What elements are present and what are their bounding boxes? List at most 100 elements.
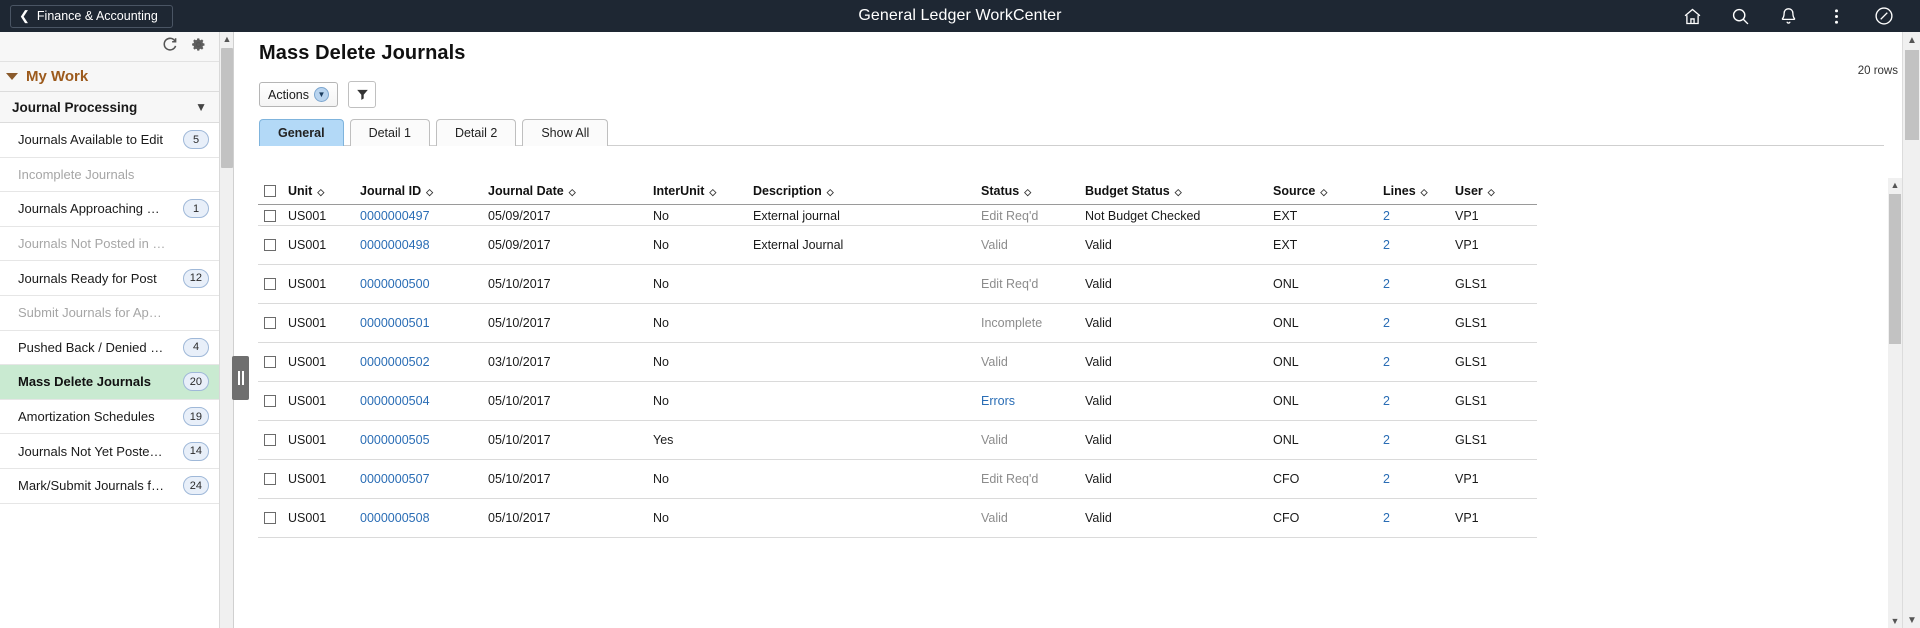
lines-link[interactable]: 2 (1383, 238, 1390, 252)
row-select-checkbox[interactable] (264, 356, 276, 368)
row-select-checkbox[interactable] (264, 317, 276, 329)
row-select-checkbox-cell[interactable] (258, 303, 282, 342)
page-scrollbar[interactable]: ▲ ▼ (1902, 32, 1920, 628)
lines-link[interactable]: 2 (1383, 433, 1390, 447)
mywork-group-toggle[interactable]: My Work (0, 62, 219, 92)
journal-id-link[interactable]: 0000000504 (360, 394, 430, 408)
cell-lines[interactable]: 2 (1377, 498, 1449, 537)
table-row[interactable]: US001000000050805/10/2017NoValidValidCFO… (258, 498, 1537, 537)
cell-lines[interactable]: 2 (1377, 459, 1449, 498)
notifications-bell-icon[interactable] (1764, 0, 1812, 32)
sidebar-group-journal-processing[interactable]: Journal Processing ▼ (0, 92, 219, 123)
scroll-down-arrow-icon[interactable]: ▼ (1903, 612, 1920, 628)
cell-lines[interactable]: 2 (1377, 303, 1449, 342)
row-select-checkbox-cell[interactable] (258, 498, 282, 537)
cell-lines[interactable]: 2 (1377, 381, 1449, 420)
sidebar-item-journals-not-yet-posted-at[interactable]: Journals Not Yet Posted at…14 (0, 434, 219, 469)
scroll-up-arrow-icon[interactable]: ▲ (220, 32, 234, 46)
cell-jid[interactable]: 0000000507 (354, 459, 482, 498)
column-header-user[interactable]: User◇ (1449, 178, 1537, 204)
journal-id-link[interactable]: 0000000500 (360, 277, 430, 291)
column-header-jid[interactable]: Journal ID◇ (354, 178, 482, 204)
cell-status[interactable]: Errors (975, 381, 1079, 420)
sidebar-item-mass-delete-journals[interactable]: Mass Delete Journals20 (0, 365, 219, 400)
row-select-checkbox-cell[interactable] (258, 459, 282, 498)
lines-link[interactable]: 2 (1383, 511, 1390, 525)
select-all-checkbox[interactable] (264, 185, 276, 197)
table-row[interactable]: US001000000050005/10/2017NoEdit Req'dVal… (258, 264, 1537, 303)
cell-lines[interactable]: 2 (1377, 264, 1449, 303)
cell-lines[interactable]: 2 (1377, 342, 1449, 381)
cell-jid[interactable]: 0000000500 (354, 264, 482, 303)
cell-jid[interactable]: 0000000502 (354, 342, 482, 381)
table-row[interactable]: US001000000049705/09/2017NoExternal jour… (258, 204, 1537, 225)
journal-id-link[interactable]: 0000000498 (360, 238, 430, 252)
row-select-checkbox-cell[interactable] (258, 342, 282, 381)
table-row[interactable]: US001000000050505/10/2017YesValidValidON… (258, 420, 1537, 459)
journal-id-link[interactable]: 0000000502 (360, 355, 430, 369)
column-header-budget[interactable]: Budget Status◇ (1079, 178, 1267, 204)
cell-jid[interactable]: 0000000501 (354, 303, 482, 342)
cell-jid[interactable]: 0000000505 (354, 420, 482, 459)
navbar-compass-icon[interactable] (1860, 0, 1908, 32)
lines-link[interactable]: 2 (1383, 472, 1390, 486)
row-select-checkbox[interactable] (264, 395, 276, 407)
sidebar-scrollbar[interactable]: ▲ (220, 32, 234, 628)
tab-detail-2[interactable]: Detail 2 (436, 119, 516, 146)
sidebar-collapse-handle[interactable] (232, 356, 249, 400)
home-icon[interactable] (1668, 0, 1716, 32)
grid-scrollbar-thumb[interactable] (1889, 194, 1901, 344)
actions-menu-icon[interactable] (1812, 0, 1860, 32)
row-select-checkbox-cell[interactable] (258, 204, 282, 225)
sidebar-item-journals-approaching-perio[interactable]: Journals Approaching Perio…1 (0, 192, 219, 227)
column-header-lines[interactable]: Lines◇ (1377, 178, 1449, 204)
actions-button[interactable]: Actions ▼ (259, 82, 338, 107)
cell-lines[interactable]: 2 (1377, 420, 1449, 459)
journal-id-link[interactable]: 0000000508 (360, 511, 430, 525)
cell-jid[interactable]: 0000000498 (354, 225, 482, 264)
status-value[interactable]: Errors (981, 394, 1015, 408)
tab-detail-1[interactable]: Detail 1 (350, 119, 430, 146)
scroll-up-arrow-icon[interactable]: ▲ (1903, 32, 1920, 48)
lines-link[interactable]: 2 (1383, 394, 1390, 408)
table-row[interactable]: US001000000050705/10/2017NoEdit Req'dVal… (258, 459, 1537, 498)
column-header-source[interactable]: Source◇ (1267, 178, 1377, 204)
column-header-status[interactable]: Status◇ (975, 178, 1079, 204)
lines-link[interactable]: 2 (1383, 316, 1390, 330)
column-header-desc[interactable]: Description◇ (747, 178, 975, 204)
row-select-checkbox[interactable] (264, 512, 276, 524)
cell-jid[interactable]: 0000000504 (354, 381, 482, 420)
refresh-icon[interactable] (161, 36, 178, 58)
tab-show-all[interactable]: Show All (522, 119, 608, 146)
row-select-checkbox[interactable] (264, 239, 276, 251)
sidebar-item-mark-submit-journals-for-u[interactable]: Mark/Submit Journals for U…24 (0, 469, 219, 504)
table-row[interactable]: US001000000050405/10/2017NoErrorsValidON… (258, 381, 1537, 420)
row-select-checkbox[interactable] (264, 434, 276, 446)
row-select-checkbox-cell[interactable] (258, 264, 282, 303)
scroll-up-arrow-icon[interactable]: ▲ (1888, 178, 1902, 192)
tab-general[interactable]: General (259, 119, 344, 146)
column-header-unit[interactable]: Unit◇ (282, 178, 354, 204)
sidebar-item-pushed-back-denied-jour[interactable]: Pushed Back / Denied Jour…4 (0, 331, 219, 366)
cell-jid[interactable]: 0000000497 (354, 204, 482, 225)
table-row[interactable]: US001000000050203/10/2017NoValidValidONL… (258, 342, 1537, 381)
journal-id-link[interactable]: 0000000505 (360, 433, 430, 447)
table-row[interactable]: US001000000049805/09/2017NoExternal Jour… (258, 225, 1537, 264)
back-to-finance-accounting-button[interactable]: ❮ Finance & Accounting (10, 5, 173, 28)
column-header-inter[interactable]: InterUnit◇ (647, 178, 747, 204)
journal-id-link[interactable]: 0000000501 (360, 316, 430, 330)
grid-scrollbar[interactable]: ▲ ▼ (1888, 178, 1902, 628)
row-select-checkbox-cell[interactable] (258, 381, 282, 420)
journal-id-link[interactable]: 0000000507 (360, 472, 430, 486)
lines-link[interactable]: 2 (1383, 209, 1390, 223)
column-header-jdate[interactable]: Journal Date◇ (482, 178, 647, 204)
lines-link[interactable]: 2 (1383, 355, 1390, 369)
row-select-checkbox[interactable] (264, 278, 276, 290)
row-select-checkbox-cell[interactable] (258, 225, 282, 264)
cell-lines[interactable]: 2 (1377, 204, 1449, 225)
page-scrollbar-thumb[interactable] (1905, 50, 1919, 140)
filter-button[interactable] (348, 81, 376, 108)
scroll-down-arrow-icon[interactable]: ▼ (1888, 614, 1902, 628)
lines-link[interactable]: 2 (1383, 277, 1390, 291)
cell-jid[interactable]: 0000000508 (354, 498, 482, 537)
